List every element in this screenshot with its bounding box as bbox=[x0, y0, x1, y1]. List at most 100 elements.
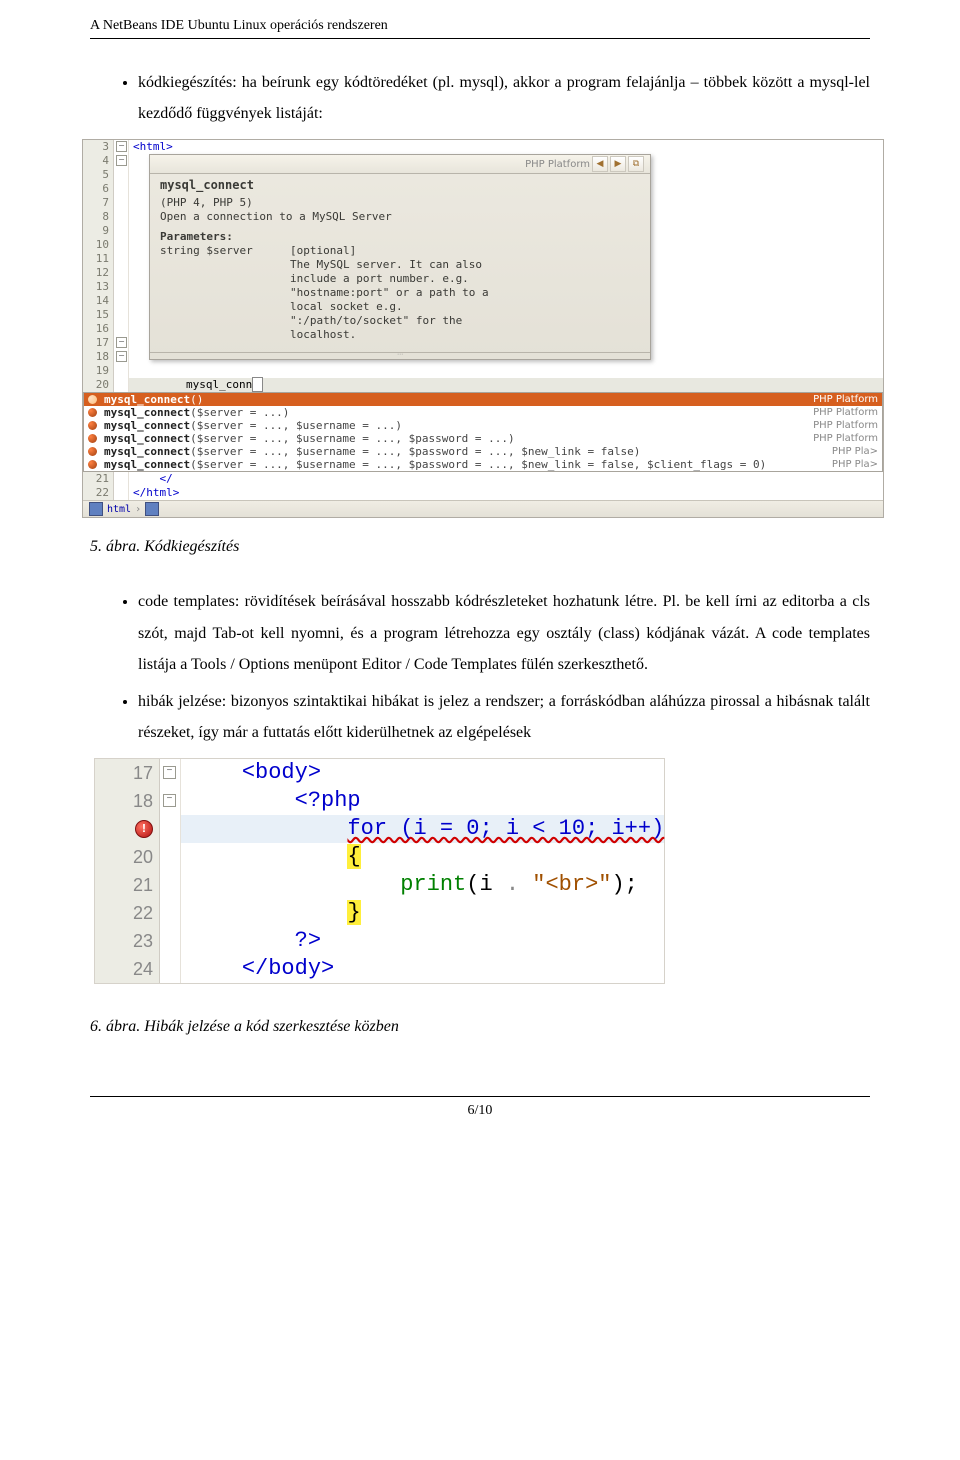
code-line[interactable]: <html> bbox=[129, 140, 883, 154]
popup-resize-grip[interactable]: ⋯ bbox=[150, 352, 650, 359]
open-browser-icon[interactable]: ⧉ bbox=[628, 156, 644, 172]
function-icon bbox=[88, 408, 97, 417]
gutter-line: 12 bbox=[83, 266, 114, 280]
doc-param-line: include a port number. e.g. bbox=[290, 272, 640, 286]
gutter-line: 9 bbox=[83, 224, 114, 238]
platform-label: PHP Pla> bbox=[822, 445, 878, 458]
bullet-code-templates: code templates: rövidítések beírásával h… bbox=[138, 586, 870, 680]
active-code-line[interactable]: mysql_conn bbox=[129, 378, 883, 392]
gutter-line: 7 bbox=[83, 196, 114, 210]
doc-header: A NetBeans IDE Ubuntu Linux operációs re… bbox=[90, 18, 870, 34]
gutter-line: 22 bbox=[83, 486, 114, 500]
fold-minus-icon[interactable]: − bbox=[163, 794, 176, 807]
platform-label: PHP Platform bbox=[803, 393, 878, 406]
fold-minus-icon[interactable]: − bbox=[116, 141, 127, 152]
code-line[interactable]: </body> bbox=[181, 955, 664, 983]
error-screenshot: 17 − <body> 18 − <?php ! for (i = 0; i <… bbox=[94, 758, 665, 984]
doc-description: Open a connection to a MySQL Server bbox=[160, 210, 640, 224]
crumb-html[interactable]: html bbox=[107, 504, 131, 515]
netbeans-screenshot: 3 − <html> 4 − <h PHP Platform ◀ ▶ ⧉ mys… bbox=[82, 139, 884, 518]
platform-label: PHP Platform bbox=[803, 432, 878, 445]
fn-print: print bbox=[400, 872, 466, 897]
gutter-line: 18 bbox=[95, 787, 160, 815]
doc-param-line: "hostname:port" or a path to a bbox=[290, 286, 640, 300]
error-icon: ! bbox=[135, 820, 153, 838]
gutter-line: 21 bbox=[95, 871, 160, 899]
print-args: (i . "<br>"); bbox=[466, 872, 638, 897]
error-underline: for (i = 0; i < 10; i++) bbox=[347, 816, 664, 841]
body-close-tag: </body> bbox=[242, 956, 334, 981]
bullet-list-2: code templates: rövidítések beírásával h… bbox=[90, 586, 870, 748]
completion-item[interactable]: mysql_connect($server = ...)PHP Platform bbox=[84, 406, 882, 419]
doc-params-label: Parameters: bbox=[160, 230, 640, 244]
brace-open: { bbox=[347, 844, 360, 869]
typed-text[interactable]: mysql_conn bbox=[186, 378, 252, 391]
bullet-list-1: kódkiegészítés: ha beírunk egy kódtöredé… bbox=[90, 67, 870, 129]
completion-signature: mysql_connect() bbox=[104, 393, 803, 406]
gutter-line: 5 bbox=[83, 168, 114, 182]
doc-param-tag: [optional] bbox=[290, 244, 640, 258]
fold-minus-icon[interactable]: − bbox=[116, 155, 127, 166]
code-line[interactable]: { bbox=[181, 843, 664, 871]
completion-item[interactable]: mysql_connect($server = ..., $username =… bbox=[84, 432, 882, 445]
code-line-error[interactable]: for (i = 0; i < 10; i++) bbox=[181, 815, 664, 843]
doc-param-type: string $server bbox=[160, 244, 290, 258]
completion-item[interactable]: mysql_connect($server = ..., $username =… bbox=[84, 445, 882, 458]
completion-list[interactable]: mysql_connect()PHP Platformmysql_connect… bbox=[83, 392, 883, 472]
gutter-line: 4 bbox=[83, 154, 114, 168]
nav-back-icon[interactable]: ◀ bbox=[592, 156, 608, 172]
breadcrumb[interactable]: html › bbox=[83, 500, 883, 517]
fold-minus-icon[interactable]: − bbox=[116, 337, 127, 348]
doc-fn-name: mysql_connect bbox=[160, 178, 640, 192]
doc-param-line: local socket e.g. bbox=[290, 300, 640, 314]
code-line[interactable]: print(i . "<br>"); bbox=[181, 871, 664, 899]
figure6-caption: 6. ábra. Hibák jelzése a kód szerkesztés… bbox=[90, 1018, 870, 1036]
crumb-icon bbox=[145, 502, 159, 516]
bullet-code-completion: kódkiegészítés: ha beírunk egy kódtöredé… bbox=[138, 67, 870, 129]
completion-item[interactable]: mysql_connect($server = ..., $username =… bbox=[84, 419, 882, 432]
gutter-line: 10 bbox=[83, 238, 114, 252]
gutter-line: 20 bbox=[83, 378, 114, 392]
platform-label: PHP Platform bbox=[803, 406, 878, 419]
function-icon bbox=[88, 460, 97, 469]
gutter-line: 17 bbox=[83, 336, 114, 350]
completion-signature: mysql_connect($server = ..., $username =… bbox=[104, 445, 822, 458]
completion-item[interactable]: mysql_connect()PHP Platform bbox=[84, 393, 882, 406]
documentation-popup: PHP Platform ◀ ▶ ⧉ mysql_connect (PHP 4,… bbox=[149, 154, 651, 360]
completion-signature: mysql_connect($server = ..., $username =… bbox=[104, 458, 822, 471]
brace-close: } bbox=[347, 900, 360, 925]
gutter-line: 16 bbox=[83, 322, 114, 336]
figure5-caption: 5. ábra. Kódkiegészítés bbox=[90, 538, 870, 556]
platform-label: PHP Platform bbox=[803, 419, 878, 432]
gutter-line: 18 bbox=[83, 350, 114, 364]
completion-item[interactable]: mysql_connect($server = ..., $username =… bbox=[84, 458, 882, 471]
code-line[interactable]: ?> bbox=[181, 927, 664, 955]
code-line[interactable]: <?php bbox=[181, 787, 664, 815]
gutter-line: 15 bbox=[83, 308, 114, 322]
fold-minus-icon[interactable]: − bbox=[116, 351, 127, 362]
function-icon bbox=[88, 421, 97, 430]
fold-column: − bbox=[114, 140, 129, 154]
gutter-line: 20 bbox=[95, 843, 160, 871]
fold-minus-icon[interactable]: − bbox=[163, 766, 176, 779]
code-line[interactable]: <body> bbox=[181, 759, 664, 787]
gutter-line: 3 bbox=[83, 140, 114, 154]
error-badge[interactable]: ! bbox=[95, 815, 160, 843]
gutter-line: 17 bbox=[95, 759, 160, 787]
completion-signature: mysql_connect($server = ..., $username =… bbox=[104, 419, 803, 432]
function-icon bbox=[88, 434, 97, 443]
platform-label: PHP Pla> bbox=[822, 458, 878, 471]
gutter-line: 13 bbox=[83, 280, 114, 294]
tag-fragment: </ bbox=[160, 472, 173, 485]
tag-html: <html> bbox=[133, 140, 173, 153]
gutter-line: 24 bbox=[95, 955, 160, 983]
nav-fwd-icon[interactable]: ▶ bbox=[610, 156, 626, 172]
gutter-line: 11 bbox=[83, 252, 114, 266]
tag-html-close: </html> bbox=[133, 486, 179, 499]
doc-param-line: localhost. bbox=[290, 328, 640, 342]
code-line[interactable]: } bbox=[181, 899, 664, 927]
doc-param-line: The MySQL server. It can also bbox=[290, 258, 640, 272]
doc-toolbar: PHP Platform ◀ ▶ ⧉ bbox=[150, 155, 650, 174]
gutter-line: 14 bbox=[83, 294, 114, 308]
platform-label: PHP Platform bbox=[525, 159, 590, 170]
